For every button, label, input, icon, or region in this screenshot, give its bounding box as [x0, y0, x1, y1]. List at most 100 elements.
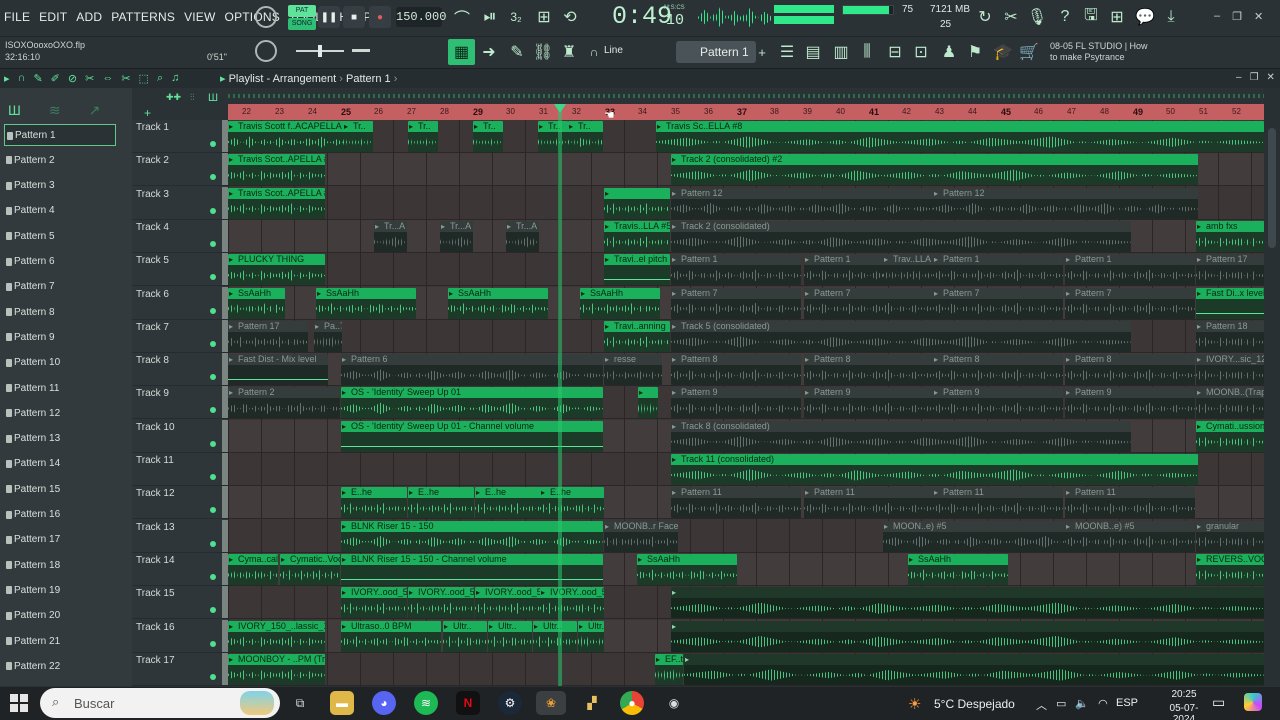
- pattern-selector[interactable]: Pattern 1: [676, 41, 756, 63]
- language-indicator[interactable]: ESP: [1116, 697, 1138, 709]
- obs-icon[interactable]: ◉: [662, 691, 686, 715]
- menu-add[interactable]: ADD: [76, 10, 102, 24]
- undo-icon[interactable]: ↻: [974, 6, 996, 28]
- playlist-clip[interactable]: SsAaHh: [637, 553, 737, 585]
- task-view-icon[interactable]: ⧉: [288, 691, 312, 715]
- track-mute-led[interactable]: [210, 407, 216, 414]
- magnet-tool-icon[interactable]: ∩: [18, 72, 26, 85]
- select-tool-icon[interactable]: ⬚: [139, 72, 149, 85]
- playback-tool-icon[interactable]: ♫: [171, 72, 179, 85]
- add-pattern-icon[interactable]: +: [756, 41, 768, 63]
- track-header[interactable]: Track 8: [132, 353, 228, 387]
- playlist-clip[interactable]: Travi..el pitch: [604, 254, 670, 286]
- playlist-clip[interactable]: Travis..LLA #5: [604, 220, 670, 252]
- playlist-clip[interactable]: Pattern 7: [671, 287, 801, 319]
- draw-tool-icon[interactable]: ✎: [33, 72, 42, 85]
- loop-record-icon[interactable]: ⟲: [558, 6, 582, 28]
- playlist-clip[interactable]: resse: [604, 354, 662, 386]
- pattern-list-item[interactable]: Pattern 19: [4, 579, 116, 601]
- pause-button[interactable]: ❚❚: [318, 6, 340, 28]
- track-mute-led[interactable]: [210, 673, 216, 680]
- delete-tool-icon[interactable]: ⊘: [68, 72, 77, 85]
- battery-icon[interactable]: ▭: [1056, 697, 1066, 713]
- chat-icon[interactable]: 💬: [1134, 6, 1156, 28]
- playlist-clip[interactable]: Pattern 2: [228, 387, 340, 419]
- mute-tool-icon[interactable]: ✂: [85, 72, 94, 85]
- playlist-grid[interactable]: Travis Scott f..ACAPELLA #8Tr..Tr..Tr..T…: [228, 120, 1264, 686]
- playlist-clip[interactable]: SsAaHh: [228, 287, 285, 319]
- volume-icon[interactable]: 🔈: [1075, 697, 1089, 713]
- playlist-clip[interactable]: Pattern 8: [804, 354, 934, 386]
- playlist-restore-icon[interactable]: ❐: [1250, 72, 1259, 83]
- tempo-display[interactable]: 150.000: [396, 7, 446, 27]
- track-header[interactable]: Track 16: [132, 619, 228, 653]
- track-header[interactable]: Track 5: [132, 253, 228, 287]
- pattern-list-item[interactable]: Pattern 15: [4, 478, 116, 500]
- playlist-clip[interactable]: Pattern 1: [933, 254, 1063, 286]
- playlist-close-icon[interactable]: ✕: [1267, 72, 1275, 83]
- track-header[interactable]: Track 9: [132, 386, 228, 420]
- magnet-icon[interactable]: ∩: [586, 41, 602, 63]
- playlist-clip[interactable]: MOONBOY - ..PM (Trap): [228, 653, 325, 685]
- channel-rack-icon[interactable]: ▤: [802, 41, 824, 63]
- pattern-list-item[interactable]: Pattern 5: [4, 225, 116, 247]
- playlist-clip[interactable]: PLUCKY THING: [228, 254, 325, 286]
- news-panel[interactable]: 08-05 FL STUDIO | How to make Psytrance: [1050, 41, 1148, 63]
- playlist-icon[interactable]: ☰: [776, 41, 798, 63]
- menu-edit[interactable]: EDIT: [39, 10, 67, 24]
- track-mute-led[interactable]: [210, 174, 216, 181]
- playlist-clip[interactable]: Ultr..: [488, 620, 532, 652]
- playlist-clip[interactable]: Tr..: [538, 121, 568, 152]
- track-header[interactable]: Track 11: [132, 453, 228, 486]
- snap-select[interactable]: Line: [604, 45, 623, 56]
- track-header[interactable]: Track 15: [132, 586, 228, 620]
- track-mute-led[interactable]: [210, 207, 216, 214]
- track-header[interactable]: Track 2: [132, 153, 228, 187]
- playlist-clip[interactable]: E..he: [341, 487, 407, 519]
- fl-studio-taskbar-icon[interactable]: ❀: [536, 691, 566, 715]
- countdown-icon[interactable]: 3₂: [504, 6, 528, 28]
- record-button[interactable]: ●: [369, 6, 391, 28]
- plugin-picker-icon[interactable]: ♟: [938, 41, 960, 63]
- pattern-list-item[interactable]: Pattern 16: [4, 504, 116, 526]
- playlist-clip[interactable]: Pattern 8: [1065, 354, 1195, 386]
- playlist-scrollbar[interactable]: [1264, 88, 1280, 686]
- playlist-clip[interactable]: Pattern 17: [228, 320, 308, 352]
- playlist-clip[interactable]: Pattern 8: [671, 354, 801, 386]
- playlist-clip[interactable]: Pattern 17: [1196, 254, 1264, 286]
- menu-patterns[interactable]: PATTERNS: [111, 10, 175, 24]
- playlist-clip[interactable]: IVORY_150_..lassic_12: [228, 620, 325, 652]
- playlist-clip[interactable]: Pattern 11: [804, 487, 934, 519]
- playlist-clip[interactable]: Pattern 11: [933, 487, 1063, 519]
- playlist-clip[interactable]: IVORY..ood_5: [341, 587, 407, 619]
- playhead-marker-icon[interactable]: [554, 104, 566, 113]
- notifications-icon[interactable]: ▭: [1212, 694, 1225, 711]
- track-header[interactable]: Track 1: [132, 120, 228, 153]
- playlist-clip[interactable]: Tr...A: [440, 220, 473, 252]
- cart-icon[interactable]: 🛒: [1018, 41, 1040, 63]
- track-mute-led[interactable]: [210, 240, 216, 247]
- track-mute-led[interactable]: [210, 540, 216, 547]
- playlist-clip[interactable]: Pattern 9: [671, 387, 801, 419]
- playlist-clip[interactable]: Pattern 9: [933, 387, 1063, 419]
- playlist-clip[interactable]: Ultr..: [443, 620, 487, 652]
- time-display[interactable]: 0:49: [612, 2, 672, 32]
- playlist-clip[interactable]: Pattern 11: [671, 487, 801, 519]
- playlist-clip[interactable]: E..he: [408, 487, 474, 519]
- pattern-list-item[interactable]: Pattern 10: [4, 352, 116, 374]
- arrow-menu-icon[interactable]: ▸: [4, 72, 10, 85]
- track-mute-led[interactable]: [210, 440, 216, 447]
- mic-icon[interactable]: 🎙: [1026, 6, 1048, 28]
- mixer-icon[interactable]: ⫼: [856, 41, 878, 63]
- track-mute-led[interactable]: [210, 340, 216, 347]
- step-sequencer-icon[interactable]: ▥: [830, 41, 852, 63]
- playlist-clip[interactable]: IVORY...sic_12: [1196, 354, 1264, 386]
- chan-icon[interactable]: ⫶⫶: [190, 92, 195, 103]
- main-volume-knob[interactable]: [255, 6, 277, 28]
- steam-icon[interactable]: ⚙: [498, 691, 522, 715]
- stamp-icon[interactable]: ♜: [558, 41, 580, 63]
- playlist-clip[interactable]: Cymati..ussion: [1196, 420, 1264, 452]
- close-icon[interactable]: ✕: [1254, 10, 1263, 23]
- playlist-clip[interactable]: Ultr..: [533, 620, 577, 652]
- track-mute-led[interactable]: [210, 374, 216, 381]
